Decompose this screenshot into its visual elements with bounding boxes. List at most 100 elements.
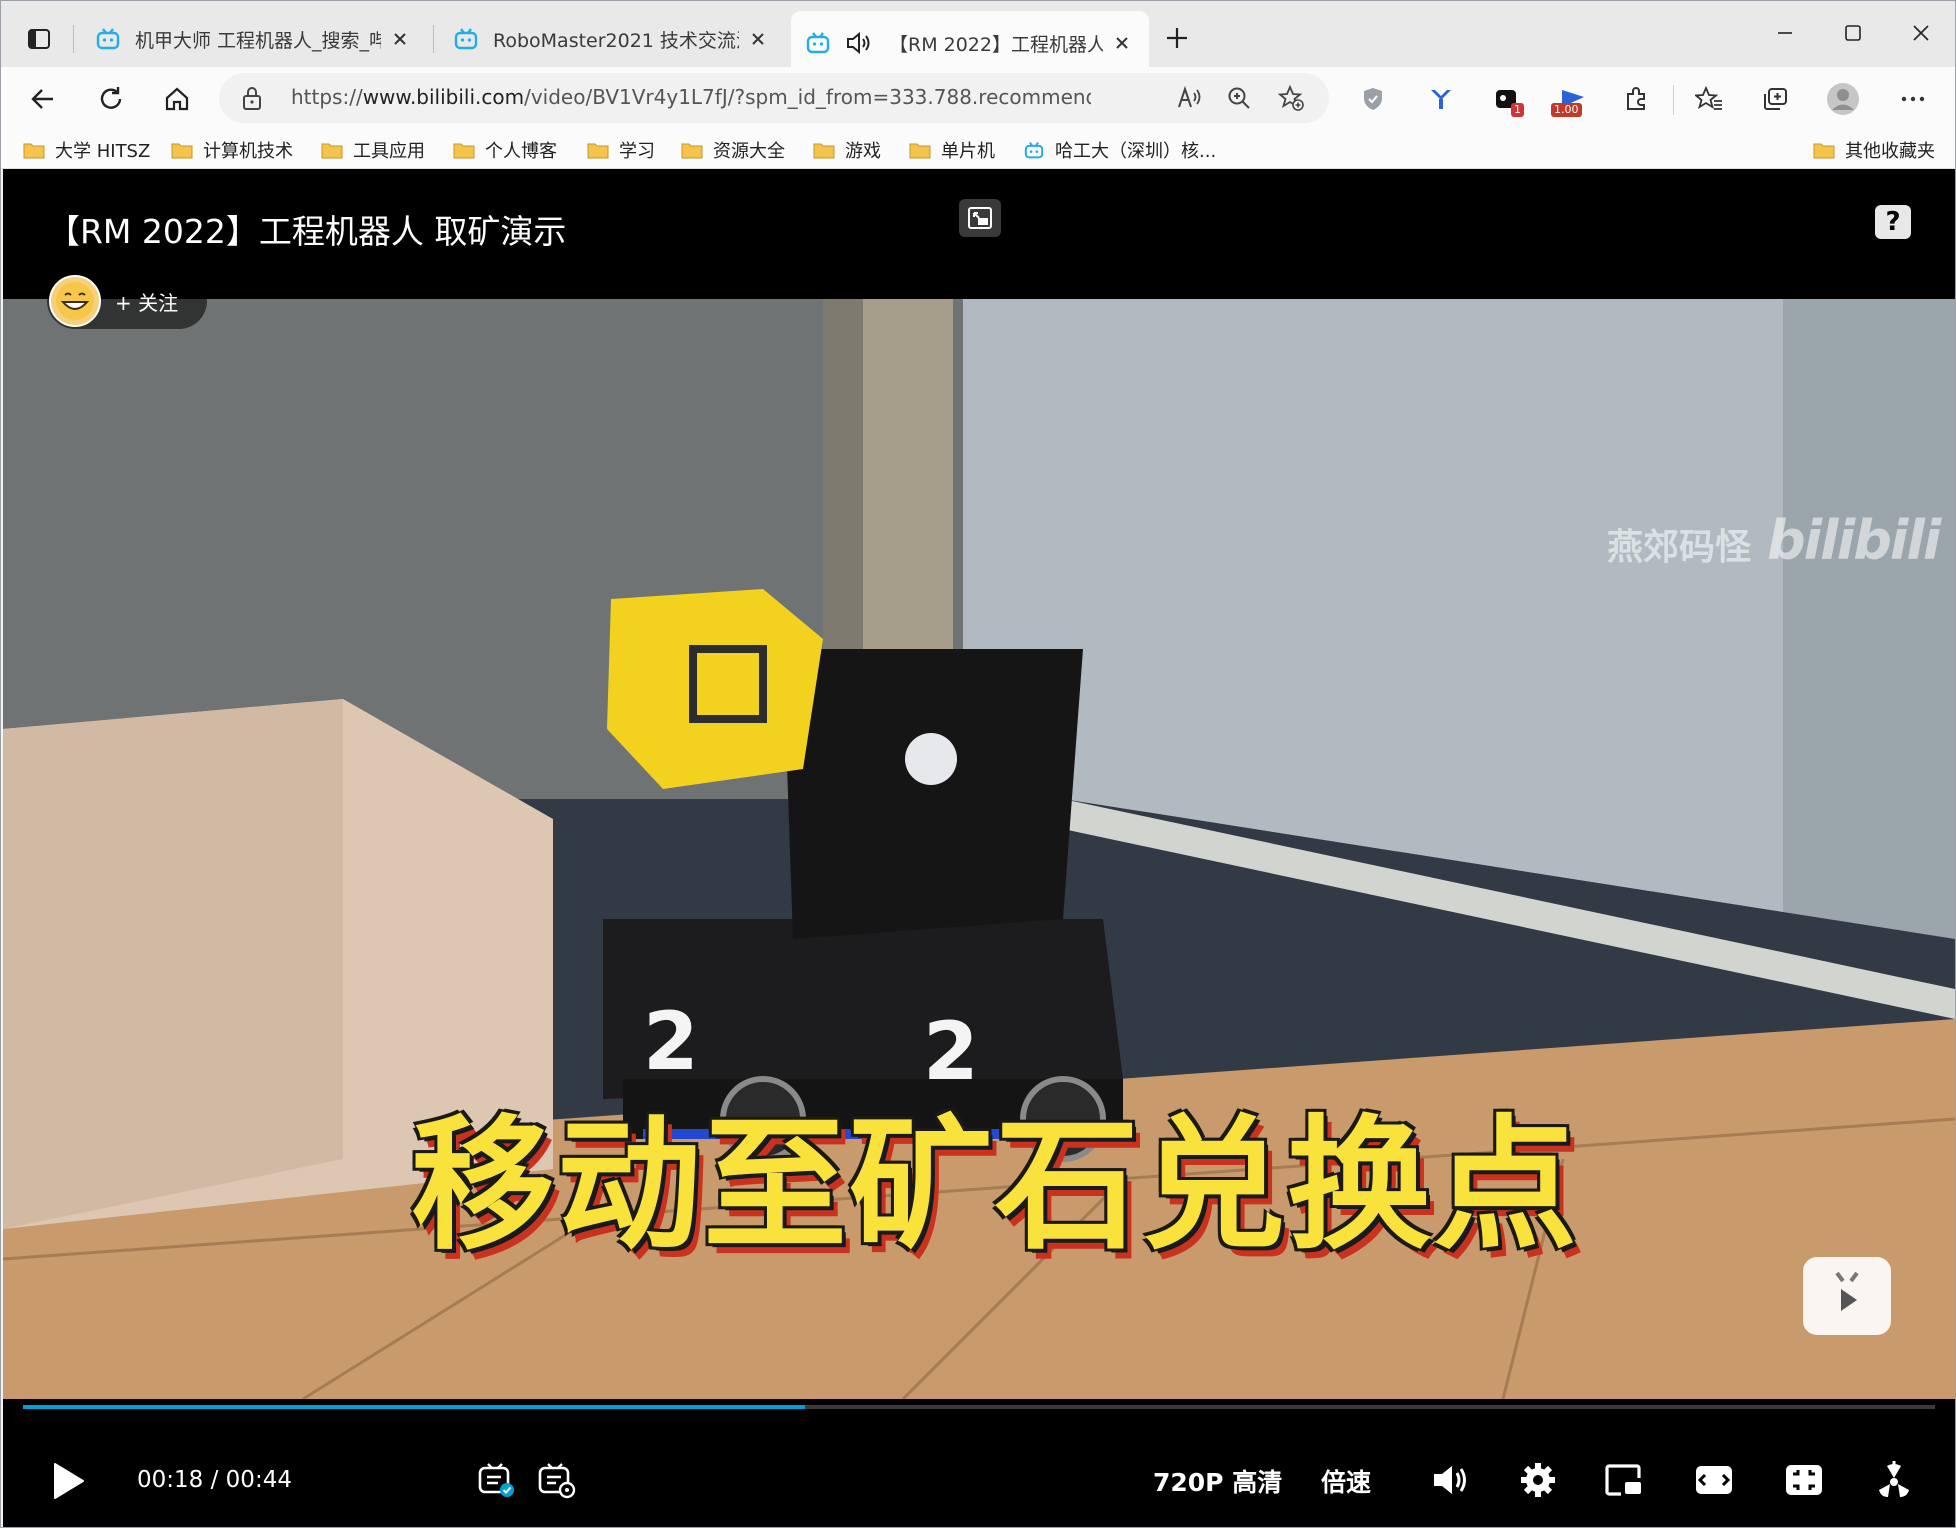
video-player[interactable]: 2 2 燕郊码怪 bilibili 移动至矿石兑换点 【RM 2022】工程机器人… — [3, 169, 1955, 1527]
y-logo-icon — [1431, 90, 1451, 109]
fullscreen-icon — [1879, 1461, 1909, 1497]
folder-icon — [1813, 143, 1835, 159]
shield-icon — [1364, 88, 1382, 110]
minimize-button[interactable] — [1757, 13, 1813, 53]
url-host: www.bilibili.com — [362, 85, 525, 109]
web-fullscreen-button[interactable] — [1779, 1455, 1829, 1505]
video-subtitle: 移动至矿石兑换点 — [411, 1101, 1580, 1269]
bookmark-folder-cs[interactable]: 计算机技术 — [171, 134, 293, 166]
speaker-icon[interactable] — [845, 30, 875, 56]
watermark-text: 燕郊码怪 — [1607, 527, 1752, 568]
tab-3-active[interactable]: 【RM 2022】工程机器人 取矿演示 — [791, 11, 1149, 75]
volume-icon — [1434, 1466, 1466, 1494]
tab-actions-button[interactable] — [21, 21, 57, 57]
address-bar[interactable]: https://www.bilibili.com/video/BV1Vr4y1L… — [219, 73, 1329, 123]
bookmark-label: 资源大全 — [713, 141, 785, 162]
tab-counter-badge: 1 — [1511, 103, 1524, 117]
zoom-button[interactable] — [1223, 82, 1255, 114]
close-icon — [752, 33, 764, 45]
volume-button[interactable] — [1425, 1455, 1475, 1505]
home-icon — [165, 87, 189, 111]
bookmark-label: 学习 — [619, 141, 655, 162]
url-text[interactable]: https://www.bilibili.com/video/BV1Vr4y1L… — [291, 85, 1091, 109]
vpn-extension-button[interactable] — [1419, 77, 1463, 121]
center-play-button[interactable] — [1803, 1257, 1891, 1335]
bilibili-icon — [1024, 142, 1044, 159]
navigation-toolbar: https://www.bilibili.com/video/BV1Vr4y1L… — [1, 67, 1955, 131]
other-bookmarks-label: 其他收藏夹 — [1845, 141, 1935, 162]
bookmark-folder-games[interactable]: 游戏 — [813, 134, 881, 166]
tab-strip: 机甲大师 工程机器人_搜索_哔哩哔哩 RoboMaster2021 技术交流活动… — [1, 1, 1955, 75]
folder-icon — [813, 143, 835, 159]
tab-3-close-button[interactable] — [1109, 30, 1135, 56]
bookmark-label: 工具应用 — [353, 141, 425, 162]
bookmark-folder-blogs[interactable]: 个人博客 — [453, 134, 557, 166]
exit-picture-in-picture-button[interactable] — [959, 199, 1001, 237]
collections-icon — [1764, 88, 1787, 110]
tab-1-title: 机甲大师 工程机器人_搜索_哔哩哔哩 — [135, 29, 381, 52]
grin-face-icon — [56, 282, 94, 320]
channel-watermark: 燕郊码怪 bilibili — [1607, 509, 1941, 572]
tab-counter-extension-button[interactable]: 1 — [1485, 77, 1529, 121]
profile-button[interactable] — [1821, 77, 1865, 121]
bookmark-folder-resources[interactable]: 资源大全 — [681, 134, 785, 166]
url-path: /video/BV1Vr4y1L7fJ/?spm_id_from=333.788… — [524, 85, 1091, 109]
lock-icon[interactable] — [241, 85, 263, 111]
add-favorite-button[interactable] — [1275, 82, 1307, 114]
pip-icon — [1605, 1464, 1641, 1496]
extensions-button[interactable] — [1615, 77, 1659, 121]
close-window-button[interactable] — [1893, 13, 1949, 53]
bookmark-folder-hitsz[interactable]: 大学 HITSZ — [23, 134, 150, 166]
url-prefix: https:// — [291, 85, 363, 109]
tab-1-close-button[interactable] — [387, 26, 413, 52]
follow-uploader-pill[interactable]: + 关注 — [47, 273, 207, 329]
playback-speed-button[interactable]: 倍速 — [1321, 1463, 1371, 1499]
bookmark-folder-tools[interactable]: 工具应用 — [321, 134, 425, 166]
danmaku-settings-button[interactable] — [533, 1457, 579, 1503]
tab-2-title: RoboMaster2021 技术交流活动 视频 — [493, 29, 739, 52]
settings-menu-button[interactable] — [1891, 77, 1935, 121]
widescreen-button[interactable] — [1689, 1455, 1739, 1505]
time-display: 00:18 / 00:44 — [137, 1467, 292, 1493]
settings-button[interactable] — [1513, 1455, 1563, 1505]
back-button[interactable] — [21, 77, 65, 121]
picture-in-picture-button[interactable] — [1599, 1455, 1649, 1505]
other-bookmarks-folder[interactable]: 其他收藏夹 — [1813, 134, 1935, 166]
play-button[interactable] — [41, 1455, 93, 1507]
maximize-button[interactable] — [1825, 13, 1881, 53]
folder-icon — [23, 143, 45, 159]
refresh-icon — [100, 87, 122, 109]
bookmark-folder-mcu[interactable]: 单片机 — [909, 134, 995, 166]
video-speed-extension-button[interactable]: 1.00 — [1547, 77, 1599, 121]
close-icon — [1116, 37, 1128, 49]
bookmark-hit-shenzhen[interactable]: 哈工大（深圳）核... — [1023, 134, 1216, 166]
bookmark-label: 游戏 — [845, 141, 881, 162]
danmaku-toggle-button[interactable] — [473, 1457, 519, 1503]
tab-2[interactable]: RoboMaster2021 技术交流活动 视频 — [439, 11, 785, 67]
fullscreen-button[interactable] — [1869, 1455, 1919, 1505]
tab-actions-icon — [28, 29, 50, 49]
refresh-button[interactable] — [89, 77, 133, 121]
zoom-in-icon — [1228, 87, 1250, 109]
current-time: 00:18 — [137, 1467, 204, 1493]
favorites-button[interactable] — [1687, 77, 1731, 121]
play-icon — [54, 1463, 84, 1499]
follow-button-label[interactable]: + 关注 — [115, 287, 178, 316]
collections-button[interactable] — [1753, 77, 1797, 121]
time-separator: / — [210, 1467, 219, 1493]
read-aloud-button[interactable] — [1173, 82, 1205, 114]
star-add-icon — [1277, 84, 1304, 111]
home-button[interactable] — [155, 77, 199, 121]
yellow-ore-cube — [607, 589, 823, 789]
shield-extension-button[interactable] — [1351, 77, 1395, 121]
tab-2-close-button[interactable] — [745, 26, 771, 52]
progress-bar[interactable] — [23, 1405, 1935, 1409]
quality-selector[interactable]: 720P 高清 — [1153, 1463, 1282, 1499]
help-button[interactable]: ? — [1875, 205, 1911, 239]
uploader-avatar[interactable] — [49, 275, 101, 327]
pip-exit-icon — [968, 207, 992, 229]
tab-1[interactable]: 机甲大师 工程机器人_搜索_哔哩哔哩 — [81, 11, 427, 67]
bookmark-label: 计算机技术 — [203, 141, 293, 162]
bookmark-folder-study[interactable]: 学习 — [587, 134, 655, 166]
new-tab-button[interactable] — [1158, 19, 1196, 57]
